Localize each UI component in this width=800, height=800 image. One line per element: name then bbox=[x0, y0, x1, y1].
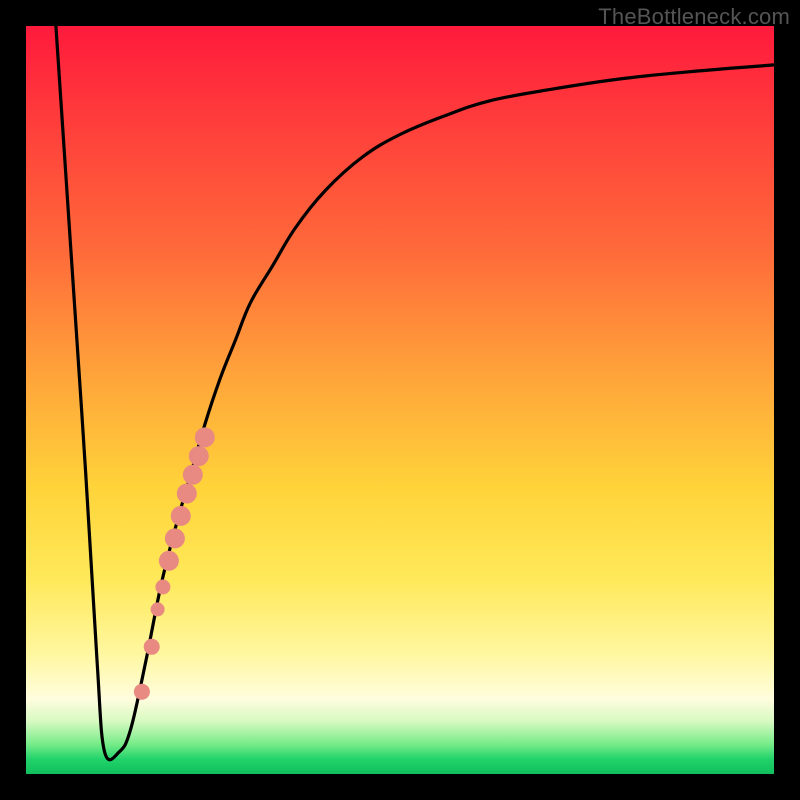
chart-svg bbox=[26, 26, 774, 774]
plot-area bbox=[26, 26, 774, 774]
marker-dot bbox=[159, 551, 179, 571]
marker-dot bbox=[165, 528, 185, 548]
marker-dot bbox=[151, 602, 165, 616]
marker-dot bbox=[177, 484, 197, 504]
marker-dot bbox=[134, 684, 150, 700]
marker-dot bbox=[189, 446, 209, 466]
marker-dot bbox=[183, 465, 203, 485]
marker-dot bbox=[144, 639, 160, 655]
marker-dot bbox=[155, 580, 170, 595]
chart-frame: TheBottleneck.com bbox=[0, 0, 800, 800]
marker-dot bbox=[171, 506, 191, 526]
marker-dot bbox=[195, 427, 215, 447]
bottleneck-curve bbox=[56, 26, 774, 760]
